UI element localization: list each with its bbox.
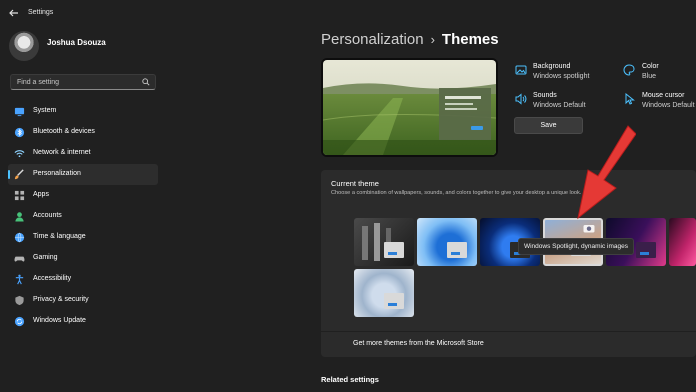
sidebar-item-gaming[interactable]: Gaming [8, 248, 158, 269]
brush-icon [14, 169, 24, 180]
sidebar-item-label: Privacy & security [33, 296, 89, 303]
sidebar-item-accounts[interactable]: Accounts [8, 206, 158, 227]
color-value: Blue [642, 73, 657, 80]
monitor-icon [14, 107, 25, 117]
mouse-cursor-title[interactable]: Mouse cursor [642, 92, 684, 99]
person-icon [15, 212, 24, 222]
divider [321, 331, 696, 332]
mini-window [384, 293, 404, 309]
sidebar-nav: System Bluetooth & devices Network & int… [8, 101, 158, 332]
accessibility-icon [15, 274, 24, 285]
apps-icon [14, 190, 25, 201]
camera-icon [583, 225, 595, 233]
image-icon [515, 65, 527, 75]
sidebar-item-apps[interactable]: Apps [8, 185, 158, 206]
theme-tile-flow[interactable] [354, 269, 414, 317]
breadcrumb: Personalization › Themes [321, 31, 499, 48]
search-icon [142, 78, 150, 86]
sidebar-item-label: Gaming [33, 254, 58, 261]
speaker-icon [515, 93, 527, 105]
shield-icon [15, 295, 24, 306]
sidebar-item-bluetooth[interactable]: Bluetooth & devices [8, 122, 158, 143]
cursor-icon [625, 93, 635, 105]
save-button[interactable]: Save [514, 117, 583, 134]
breadcrumb-parent[interactable]: Personalization [321, 31, 424, 48]
sidebar-item-label: Network & internet [33, 149, 91, 156]
page-title: Themes [441, 31, 499, 48]
avatar[interactable] [9, 31, 39, 61]
sidebar-item-personalization[interactable]: Personalization [8, 164, 158, 185]
sidebar-item-system[interactable]: System [8, 101, 158, 122]
profile-name: Joshua Dsouza [47, 38, 106, 47]
theme-tile-dark-glass[interactable] [354, 218, 414, 266]
back-arrow-icon[interactable] [8, 7, 20, 19]
sidebar-item-accessibility[interactable]: Accessibility [8, 269, 158, 290]
search-placeholder: Find a setting [17, 79, 60, 86]
sidebar-item-label: System [33, 107, 57, 114]
search-input[interactable]: Find a setting [10, 74, 156, 90]
related-settings-heading: Related settings [321, 375, 379, 384]
sidebar-item-label: Bluetooth & devices [33, 128, 95, 135]
sounds-value: Windows Default [533, 102, 586, 109]
landscape-preview-image [323, 60, 496, 155]
app-title: Settings [28, 9, 54, 16]
sidebar-item-label: Accounts [33, 212, 62, 219]
update-icon [14, 316, 25, 327]
tooltip: Windows Spotlight, dynamic images [518, 238, 634, 255]
sidebar-item-network[interactable]: Network & internet [8, 143, 158, 164]
color-title[interactable]: Color [642, 63, 659, 70]
theme-tile-windows-light[interactable] [417, 218, 477, 266]
sidebar-item-label: Apps [33, 191, 49, 198]
current-theme-title: Current theme [331, 179, 379, 188]
red-arrow-icon [577, 125, 636, 220]
sounds-title[interactable]: Sounds [533, 92, 557, 99]
sidebar-item-label: Windows Update [33, 317, 86, 324]
wifi-icon [14, 150, 25, 158]
palette-icon [623, 64, 635, 76]
breadcrumb-separator: › [430, 32, 435, 47]
sidebar-item-label: Accessibility [33, 275, 72, 282]
mini-window [447, 242, 467, 258]
mini-window [636, 242, 656, 258]
sidebar-item-label: Personalization [33, 170, 81, 177]
globe-icon [14, 232, 25, 243]
title-bar: Settings [0, 0, 696, 28]
mini-window [384, 242, 404, 258]
current-theme-description: Choose a combination of wallpapers, soun… [331, 190, 582, 196]
sidebar-item-time-language[interactable]: Time & language [8, 227, 158, 248]
sidebar-item-windows-update[interactable]: Windows Update [8, 311, 158, 332]
sidebar-item-privacy-security[interactable]: Privacy & security [8, 290, 158, 311]
theme-tile-captured-motion[interactable] [669, 218, 696, 266]
controller-icon [14, 256, 25, 262]
background-value: Windows spotlight [533, 73, 590, 80]
sidebar-item-label: Time & language [33, 233, 86, 240]
background-title[interactable]: Background [533, 63, 570, 70]
theme-preview [321, 58, 498, 157]
bluetooth-icon [14, 127, 25, 138]
microsoft-store-link[interactable]: Get more themes from the Microsoft Store [353, 340, 484, 347]
mouse-cursor-value: Windows Default [642, 102, 695, 109]
